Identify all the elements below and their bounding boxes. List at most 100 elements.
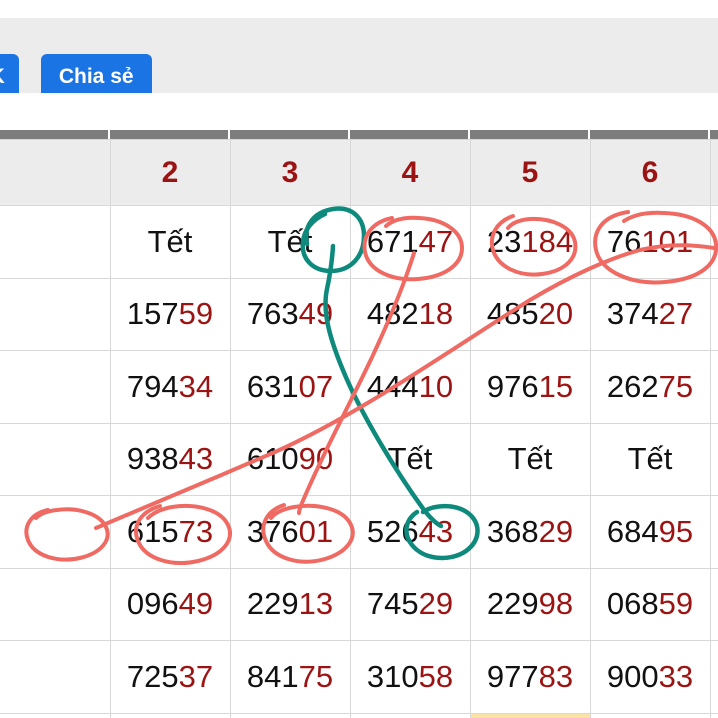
table-cell[interactable]: 37601 <box>229 495 351 569</box>
table-cell[interactable]: Tết <box>469 422 591 496</box>
cell-suffix-digits: 29 <box>418 586 454 622</box>
cell-suffix-digits: 47 <box>418 223 454 259</box>
table-cell-clipped <box>0 712 111 718</box>
table-cell[interactable]: 37427 <box>589 277 711 351</box>
table-cell[interactable]: 79434 <box>109 350 231 424</box>
table-cell[interactable]: Tết <box>349 422 471 496</box>
table-cell[interactable]: 22998 <box>469 567 591 641</box>
lottery-results-table-wrapper[interactable]: 234567 TếtTết671472318476101023157597634… <box>0 130 718 718</box>
table-cell[interactable] <box>109 712 231 718</box>
table-cell[interactable]: 97615 <box>469 350 591 424</box>
cell-prefix-digits: 262 <box>606 368 659 404</box>
table-cell[interactable]: 25119 <box>709 277 718 351</box>
table-cell[interactable]: 76101 <box>589 205 711 279</box>
table-cell[interactable]: 61090 <box>229 422 351 496</box>
cell-suffix-digits: 73 <box>178 513 214 549</box>
cell-prefix-digits: 725 <box>126 658 179 694</box>
table-cell-clipped <box>0 567 111 641</box>
cell-holiday-label: Tết <box>627 441 673 477</box>
cell-prefix-digits: 096 <box>126 586 179 622</box>
table-cell[interactable]: 44410 <box>349 350 471 424</box>
table-cell[interactable]: 84175 <box>229 640 351 714</box>
table-row: 9384361090 Tết Tết Tết Tết <box>0 422 718 496</box>
cell-prefix-digits: 376 <box>246 513 299 549</box>
cell-prefix-digits: 157 <box>126 296 179 332</box>
cell-suffix-digits: 75 <box>658 368 694 404</box>
table-cell[interactable]: 06859 <box>589 567 711 641</box>
table-cell[interactable]: 15759 <box>109 277 231 351</box>
lottery-results-table: 234567 TếtTết671472318476101023157597634… <box>0 139 718 718</box>
cell-holiday-label: Tết <box>507 441 553 477</box>
cell-prefix-digits: 631 <box>246 368 299 404</box>
table-cell[interactable]: 22913 <box>229 567 351 641</box>
table-cell[interactable]: Tết <box>709 640 718 714</box>
table-cell[interactable]: 23184 <box>469 205 591 279</box>
table-cell[interactable]: 76349 <box>229 277 351 351</box>
table-cell[interactable]: 72537 <box>109 640 231 714</box>
cell-holiday-label: Tết <box>387 441 433 477</box>
cell-suffix-digits: 18 <box>418 296 454 332</box>
cell-prefix-digits: 671 <box>366 223 419 259</box>
table-cell[interactable]: 48520 <box>469 277 591 351</box>
table-cell[interactable]: 74529 <box>349 567 471 641</box>
cell-suffix-digits: 49 <box>298 296 334 332</box>
table-cell[interactable]: Tết <box>109 205 231 279</box>
table-cell[interactable] <box>469 712 591 718</box>
cell-suffix-digits: 29 <box>538 513 574 549</box>
cell-suffix-digits: 27 <box>658 296 694 332</box>
table-cell[interactable]: 023 <box>709 205 718 279</box>
table-cell[interactable]: 93843 <box>109 422 231 496</box>
cell-suffix-digits: 98 <box>538 586 574 622</box>
content-gap <box>0 93 718 130</box>
cell-prefix-digits: 368 <box>486 513 539 549</box>
table-cell[interactable] <box>589 712 711 718</box>
cell-suffix-digits: 95 <box>658 513 694 549</box>
table-cell[interactable]: 68495 <box>589 495 711 569</box>
table-cell-clipped <box>0 422 111 496</box>
cell-suffix-digits: 43 <box>418 513 454 549</box>
table-cell[interactable]: 74825 <box>709 495 718 569</box>
table-header-cell: 2 <box>109 139 231 206</box>
table-cell-clipped <box>0 495 111 569</box>
table-cell[interactable]: Tết <box>589 422 711 496</box>
table-cell[interactable]: 14973 <box>709 350 718 424</box>
table-header-cell: 3 <box>229 139 351 206</box>
table-cell[interactable] <box>349 712 471 718</box>
cell-suffix-digits: 13 <box>298 586 334 622</box>
table-header-cell: 4 <box>349 139 471 206</box>
table-cell[interactable]: 09649 <box>109 567 231 641</box>
table-row: 7253784175310589778390033Tết <box>0 640 718 714</box>
cell-prefix-digits: 068 <box>606 586 659 622</box>
cell-prefix-digits: 444 <box>366 368 419 404</box>
table-cell[interactable]: Tết <box>229 205 351 279</box>
cell-prefix-digits: 615 <box>126 513 179 549</box>
table-cell[interactable]: 99866 <box>709 567 718 641</box>
cell-prefix-digits: 229 <box>486 586 539 622</box>
table-cell[interactable]: 61573 <box>109 495 231 569</box>
cell-suffix-digits: 01 <box>298 513 334 549</box>
cell-suffix-digits: 20 <box>538 296 574 332</box>
table-cell[interactable]: 63107 <box>229 350 351 424</box>
table-cell[interactable]: 52643 <box>349 495 471 569</box>
table-cell[interactable]: 97783 <box>469 640 591 714</box>
cell-prefix-digits: 841 <box>246 658 299 694</box>
cell-prefix-digits: 745 <box>366 586 419 622</box>
cell-prefix-digits: 610 <box>246 441 299 477</box>
table-row <box>0 712 718 718</box>
table-cell[interactable]: 48218 <box>349 277 471 351</box>
table-cell[interactable]: 67147 <box>349 205 471 279</box>
table-cell[interactable]: 26275 <box>589 350 711 424</box>
cell-suffix-digits: 37 <box>178 658 214 694</box>
table-row: 096492291374529229980685999866 <box>0 567 718 641</box>
table-top-divider <box>0 130 718 139</box>
cell-suffix-digits: 10 <box>418 368 454 404</box>
table-cell[interactable] <box>709 712 718 718</box>
table-cell[interactable]: 31058 <box>349 640 471 714</box>
table-cell-clipped <box>0 277 111 351</box>
cell-prefix-digits: 900 <box>606 658 659 694</box>
cell-suffix-digits: 83 <box>538 658 574 694</box>
table-cell[interactable]: 36829 <box>469 495 591 569</box>
table-cell[interactable]: 90033 <box>589 640 711 714</box>
table-cell[interactable]: Tết <box>709 422 718 496</box>
table-cell[interactable] <box>229 712 351 718</box>
